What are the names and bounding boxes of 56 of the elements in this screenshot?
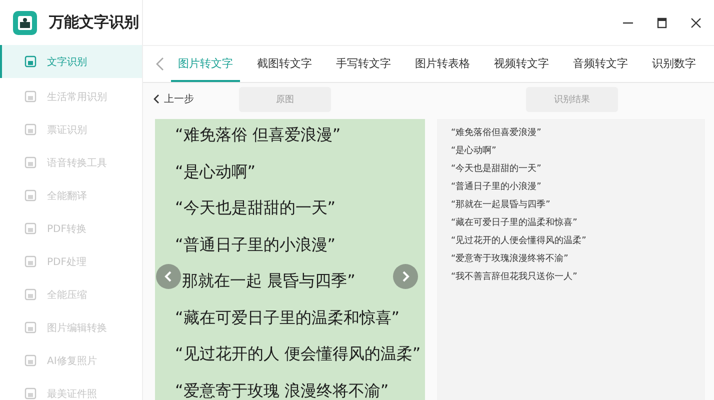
sidebar-item[interactable]: 票证识别 [0,113,142,146]
image-text-line: “见过花开的人 便会懂得风的温柔” [175,343,421,365]
result-text-line: “爱意寄于玫瑰浪漫终将不渝” [451,252,570,266]
result-text-line: “难免落俗但喜爱浪漫” [451,126,542,140]
image-text-line: “藏在可爱日子里的温柔和惊喜” [175,306,400,328]
sidebar-item[interactable]: 文字识别 [0,45,142,78]
document-icon [24,90,37,103]
tab[interactable]: 手写转文字 [329,46,398,82]
sidebar-item[interactable]: 生活常用识别 [0,80,142,113]
document-icon [24,123,37,136]
document-icon [24,387,37,400]
sidebar-item[interactable]: PDF转换 [0,212,142,245]
document-icon [24,255,37,268]
document-icon [24,354,37,367]
previous-button[interactable] [156,264,181,289]
close-icon[interactable] [690,16,702,28]
result-text-line: “今天也是甜甜的一天” [451,162,542,176]
sidebar-item[interactable]: 语音转换工具 [0,146,142,179]
result-text-line: “那就在一起晨昏与四季” [451,198,552,212]
document-icon [24,156,37,169]
image-text-line: “今天也是甜甜的一天” [175,197,336,219]
result-text-line: “是心动啊” [451,144,498,158]
tab[interactable]: 音频转文字 [566,46,635,82]
image-text-line: “爱意寄于玫瑰 浪漫终将不渝” [175,380,389,400]
document-icon [24,321,37,334]
document-icon [24,222,37,235]
chevron-left-icon [153,94,160,104]
image-text-line: 那就在一起 晨昏与四季” [182,270,356,292]
sidebar-item[interactable]: 全能翻译 [0,179,142,212]
sidebar-item[interactable]: 最美证件照 [0,377,142,400]
tab[interactable]: 识别数字 [645,46,703,82]
image-text-line: “是心动啊” [175,160,256,182]
result-label: 识别结果 [526,87,618,112]
sidebar-item[interactable]: 全能压缩 [0,278,142,311]
document-icon [24,189,37,202]
image-text-line: “难免落俗 但喜爱浪漫” [175,124,341,146]
original-image-label: 原图 [239,87,331,112]
result-text-line: “普通日子里的小浪漫” [451,180,542,194]
sidebar-item[interactable]: 图片编辑转换 [0,311,142,344]
tab[interactable]: 视频转文字 [487,46,556,82]
image-text-line: “普通日子里的小浪漫” [175,234,336,256]
maximize-icon[interactable] [656,16,668,28]
app-title: 万能文字识别 [49,13,139,32]
tab[interactable]: 图片转表格 [408,46,477,82]
result-text-line: “见过花开的人便会懂得风的温柔” [451,234,588,248]
sidebar-item[interactable]: AI修复照片 [0,344,142,377]
next-button[interactable] [393,264,418,289]
tab[interactable]: 截图转文字 [250,46,319,82]
back-button[interactable]: 上一步 [143,92,194,106]
result-text-line: “藏在可爱日子里的温柔和惊喜” [451,216,578,230]
document-icon [24,288,37,301]
result-text-line: “我不善言辞但花我只送你一人” [451,270,578,284]
tab[interactable]: 图片转文字 [171,46,240,82]
sidebar-item[interactable]: PDF处理 [0,245,142,278]
document-icon [24,55,37,68]
app-logo-icon [13,10,37,34]
